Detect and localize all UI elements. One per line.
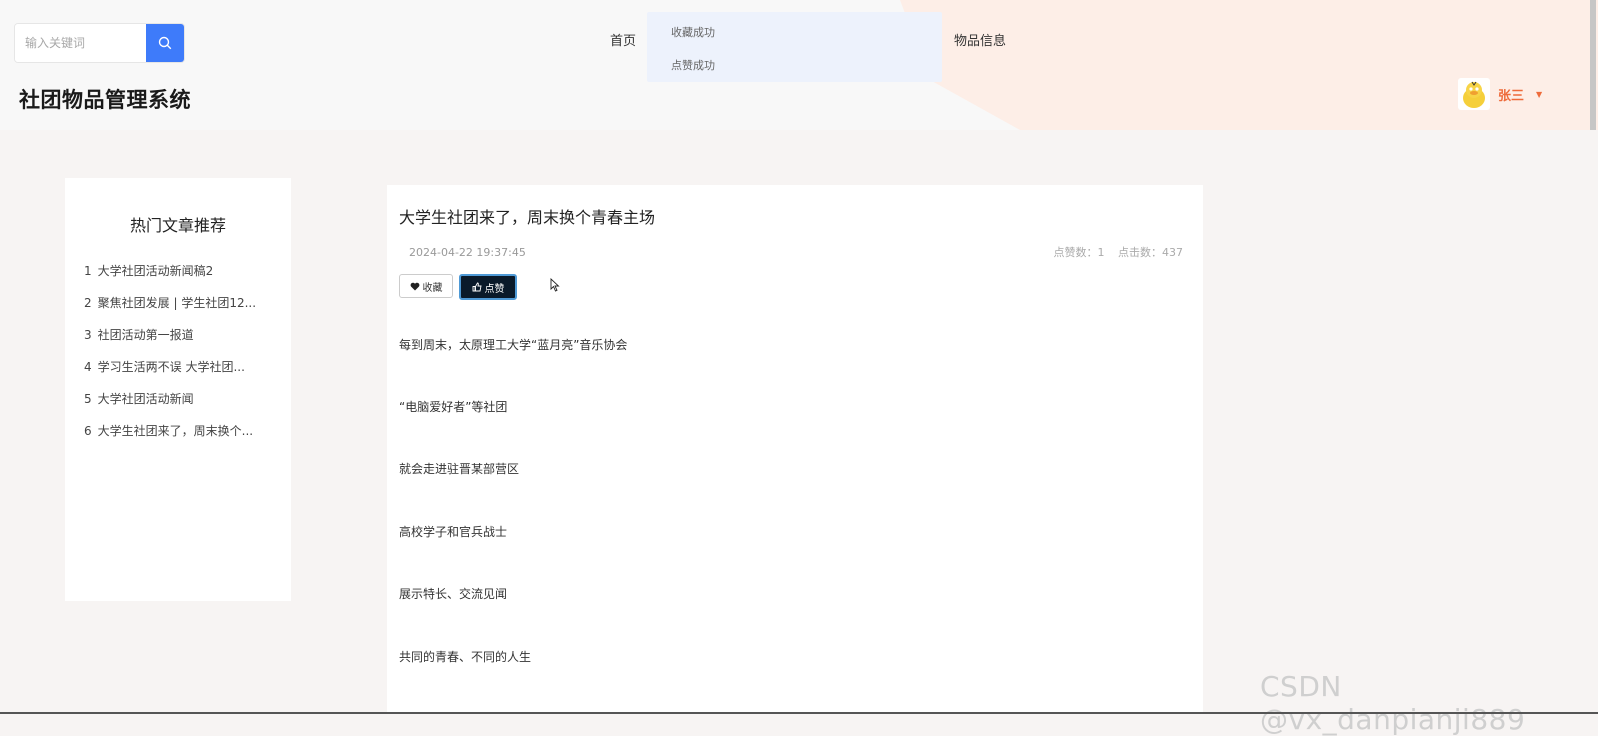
article-date: 2024-04-22 19:37:45 [409, 246, 526, 259]
article-stats: 点赞数：1 点击数：437 [1044, 244, 1184, 260]
article-paragraph: “电脑爱好者”等社团 [399, 400, 508, 414]
header: 社团物品管理系统 首页 物品信息 收藏成功 点赞成功 张三 ▼ [0, 0, 1598, 130]
watermark: CSDN @vx_danpianji889 [1260, 670, 1526, 736]
list-item[interactable]: 6 大学生社团来了，周末换个... [84, 422, 264, 454]
user-menu[interactable]: 张三 ▼ [1458, 78, 1542, 110]
click-count: 点击数：437 [1118, 246, 1183, 259]
list-item[interactable]: 2 聚焦社团发展 | 学生社团12... [84, 294, 264, 326]
user-name[interactable]: 张三 [1498, 85, 1524, 104]
favorite-button[interactable]: 收藏 [399, 274, 453, 298]
article-paragraph: 每到周末，太原理工大学“蓝月亮”音乐协会 [399, 338, 628, 352]
hot-articles-panel: 热门文章推荐 1 大学社团活动新闻稿2 2 聚焦社团发展 | 学生社团12... 3… [65, 178, 291, 601]
article-title: 大学生社团来了，周末换个青春主场 [399, 208, 656, 227]
list-item[interactable]: 1 大学社团活动新闻稿2 [84, 262, 264, 294]
article-paragraph: 高校学子和官兵战士 [399, 525, 508, 539]
hot-articles-title: 热门文章推荐 [129, 216, 226, 235]
list-item[interactable]: 3 社团活动第一报道 [84, 326, 264, 358]
toast-favorite-success: 收藏成功 [671, 26, 715, 39]
hot-articles-list: 1 大学社团活动新闻稿2 2 聚焦社团发展 | 学生社团12... 3 社团活动第一报… [84, 262, 264, 454]
caret-down-icon[interactable]: ▼ [1536, 90, 1542, 99]
nav-item-items[interactable]: 物品信息 [954, 30, 1006, 49]
list-item[interactable]: 4 学习生活两不误 大学社团... [84, 358, 264, 390]
like-count: 点赞数：1 [1053, 246, 1105, 259]
article-paragraph: 共同的青春、不同的人生 [399, 650, 532, 664]
search-button[interactable] [146, 24, 184, 62]
avatar[interactable] [1458, 78, 1490, 110]
search-box [15, 24, 184, 62]
thumbs-up-icon [472, 282, 482, 292]
article-paragraph: 就会走进驻晋某部营区 [399, 462, 520, 476]
search-input[interactable] [15, 24, 146, 62]
like-button[interactable]: 点赞 [459, 274, 517, 300]
article-paragraph: 展示特长、交流见闻 [399, 587, 508, 601]
site-title: 社团物品管理系统 [19, 88, 191, 112]
search-icon [158, 36, 172, 50]
heart-icon [410, 282, 419, 290]
mouse-cursor-icon [550, 278, 560, 292]
article-card: 大学生社团来了，周末换个青春主场 2024-04-22 19:37:45 点赞数… [387, 185, 1203, 714]
duck-avatar-icon [1463, 81, 1485, 108]
list-item[interactable]: 5 大学社团活动新闻 [84, 390, 264, 422]
toast-like-success: 点赞成功 [671, 59, 715, 72]
nav-item-home[interactable]: 首页 [610, 30, 636, 49]
scrollbar[interactable] [1590, 0, 1596, 130]
toast-messages: 收藏成功 点赞成功 [647, 12, 942, 82]
